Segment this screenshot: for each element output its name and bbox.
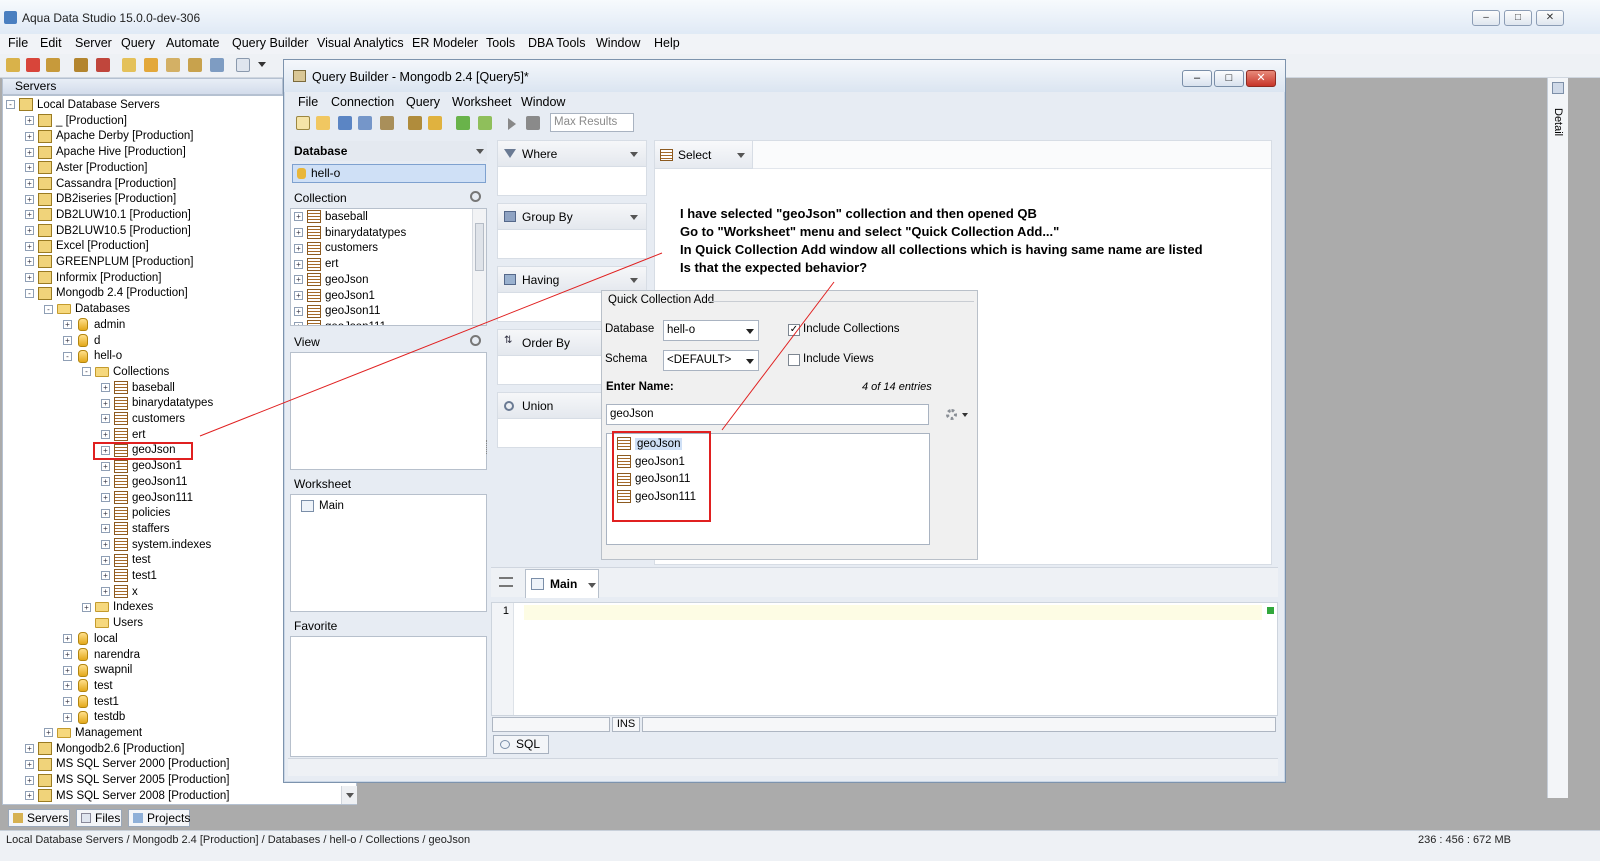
annotation-line-dialog xyxy=(721,281,835,431)
annotation-line-2: Go to "Worksheet" menu and select "Quick… xyxy=(680,224,1060,239)
annotation-line-tree xyxy=(199,252,663,437)
annotation-lines xyxy=(199,252,835,437)
annotation-line-4: Is that the expected behavior? xyxy=(680,260,868,275)
annotation-line-1: I have selected "geoJson" collection and… xyxy=(680,206,1037,221)
annotation-text: I have selected "geoJson" collection and… xyxy=(680,205,1260,277)
annotation-line-3: In Quick Collection Add window all colle… xyxy=(680,242,1203,257)
